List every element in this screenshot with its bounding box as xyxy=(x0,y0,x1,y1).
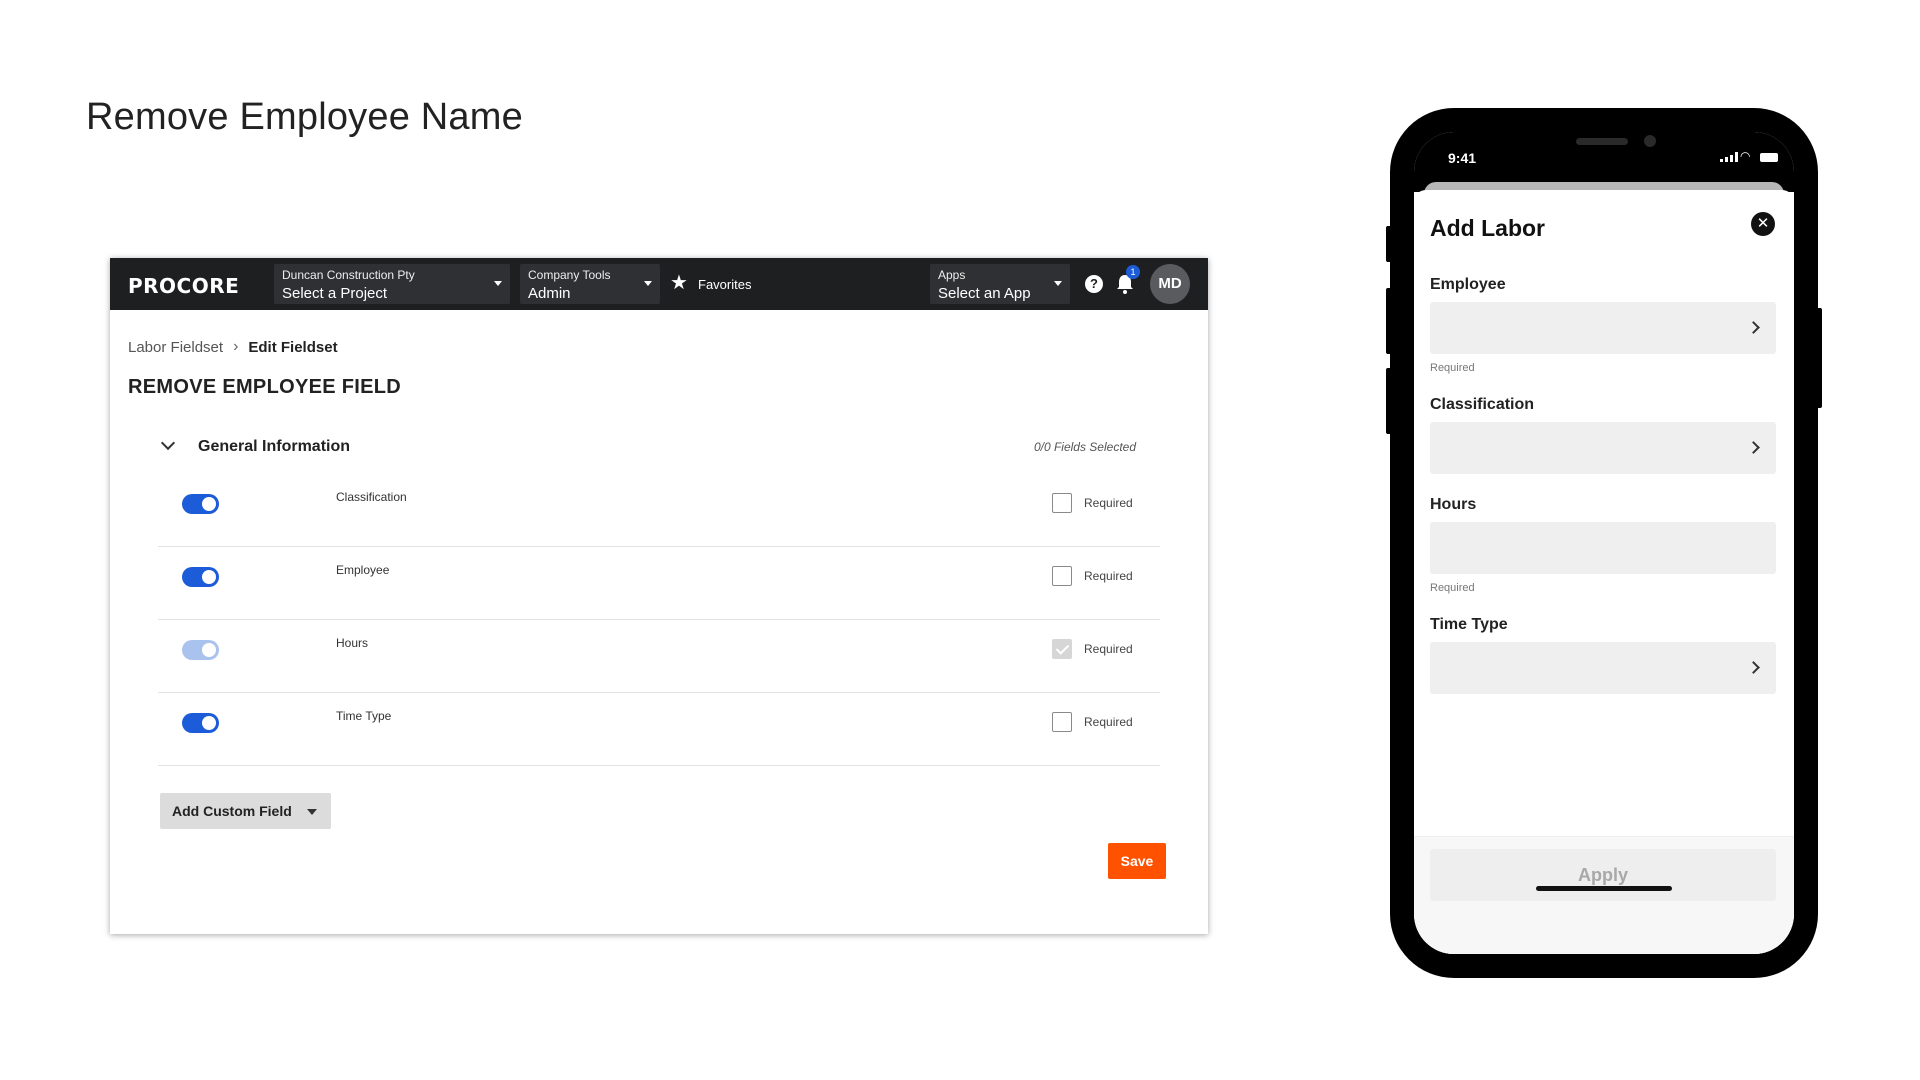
apps-selector-value: Select an App xyxy=(938,285,1031,302)
procore-logo: PROCORE xyxy=(128,274,240,298)
web-app-window: PROCORE Duncan Construction Pty Select a… xyxy=(110,258,1208,934)
signal-icon xyxy=(1720,152,1738,162)
classification-field[interactable] xyxy=(1430,422,1776,474)
caret-down-icon xyxy=(494,281,502,286)
speaker-grille xyxy=(1576,138,1628,145)
status-time: 9:41 xyxy=(1448,150,1477,166)
caret-down-icon xyxy=(307,809,317,815)
required-label: Required xyxy=(1084,569,1133,583)
chevron-right-icon: › xyxy=(233,338,239,355)
field-row-employee: Employee Required xyxy=(158,547,1160,620)
page-title: REMOVE EMPLOYEE FIELD xyxy=(128,376,401,398)
time-type-field-label: Time Type xyxy=(1430,616,1508,633)
chevron-right-icon xyxy=(1747,441,1760,454)
toggle-time-type[interactable] xyxy=(182,713,219,733)
apply-button[interactable]: Apply xyxy=(1430,849,1776,901)
employee-field-label: Employee xyxy=(1430,276,1506,293)
caret-down-icon xyxy=(644,281,652,286)
avatar[interactable]: MD xyxy=(1150,264,1190,304)
notification-badge: 1 xyxy=(1126,265,1140,279)
save-button[interactable]: Save xyxy=(1108,843,1166,879)
project-selector-value: Select a Project xyxy=(282,285,388,302)
wifi-icon: ◠ xyxy=(1740,149,1751,163)
breadcrumb: Labor Fieldset › Edit Fieldset xyxy=(128,338,338,356)
field-label: Hours xyxy=(336,636,369,650)
add-custom-field-label: Add Custom Field xyxy=(172,803,292,819)
hours-input[interactable] xyxy=(1430,522,1776,574)
field-label: Time Type xyxy=(336,709,392,723)
project-selector-label: Duncan Construction Pty xyxy=(282,268,415,282)
chevron-down-icon[interactable] xyxy=(160,435,176,451)
front-camera xyxy=(1644,135,1656,147)
required-checkbox-hours xyxy=(1052,639,1072,659)
fields-selected-count: 0/0 Fields Selected xyxy=(1033,440,1136,454)
employee-field-hint: Required xyxy=(1430,362,1475,374)
field-row-time-type: Time Type Required xyxy=(158,693,1160,766)
required-checkbox-time-type[interactable] xyxy=(1052,712,1072,732)
sheet-title: Add Labor xyxy=(1430,215,1545,241)
battery-icon xyxy=(1760,153,1778,162)
breadcrumb-current: Edit Fieldset xyxy=(248,338,338,356)
apps-selector[interactable]: Apps Select an App xyxy=(930,264,1070,304)
field-label: Classification xyxy=(336,490,407,504)
toggle-hours xyxy=(182,640,219,660)
add-labor-sheet: Add Labor ✕ Employee Required Classifica… xyxy=(1414,190,1794,954)
toggle-employee[interactable] xyxy=(182,567,219,587)
close-icon[interactable]: ✕ xyxy=(1751,212,1775,236)
required-checkbox-classification[interactable] xyxy=(1052,493,1072,513)
phone-screen: 9:41 ◠ Add Labor ✕ Employee Required Cla… xyxy=(1414,132,1794,954)
phone-mute-switch xyxy=(1386,226,1392,262)
employee-field[interactable] xyxy=(1430,302,1776,354)
project-selector[interactable]: Duncan Construction Pty Select a Project xyxy=(274,264,510,304)
company-tools-value: Admin xyxy=(528,285,571,302)
required-label: Required xyxy=(1084,496,1133,510)
chevron-right-icon xyxy=(1747,321,1760,334)
sheet-footer: Apply xyxy=(1414,836,1794,954)
top-navigation-bar: PROCORE Duncan Construction Pty Select a… xyxy=(110,258,1208,310)
classification-field-label: Classification xyxy=(1430,396,1535,413)
slide-title: Remove Employee Name xyxy=(86,96,523,138)
field-label: Employee xyxy=(336,563,390,577)
phone-mockup: 9:41 ◠ Add Labor ✕ Employee Required Cla… xyxy=(1386,108,1822,978)
toggle-classification[interactable] xyxy=(182,494,219,514)
chevron-right-icon xyxy=(1747,661,1760,674)
hours-field-label: Hours xyxy=(1430,496,1477,513)
hours-field-hint: Required xyxy=(1430,582,1475,594)
breadcrumb-parent-link[interactable]: Labor Fieldset xyxy=(128,339,223,356)
star-icon[interactable]: ★ xyxy=(670,270,688,295)
company-tools-label: Company Tools xyxy=(528,268,611,282)
field-row-classification: Classification Required xyxy=(158,474,1160,547)
apps-selector-label: Apps xyxy=(938,268,966,282)
section-title-general-information[interactable]: General Information xyxy=(198,438,350,456)
help-icon[interactable]: ? xyxy=(1085,275,1103,293)
required-label: Required xyxy=(1084,642,1133,656)
field-row-hours: Hours Required xyxy=(158,620,1160,693)
favorites-link[interactable]: Favorites xyxy=(698,277,751,292)
phone-power-button xyxy=(1816,308,1822,408)
home-indicator[interactable] xyxy=(1536,886,1672,891)
company-tools-selector[interactable]: Company Tools Admin xyxy=(520,264,660,304)
phone-volume-up xyxy=(1386,288,1392,354)
required-label: Required xyxy=(1084,715,1133,729)
add-custom-field-button[interactable]: Add Custom Field xyxy=(160,793,331,829)
caret-down-icon xyxy=(1054,281,1062,286)
phone-volume-down xyxy=(1386,368,1392,434)
required-checkbox-employee[interactable] xyxy=(1052,566,1072,586)
time-type-field[interactable] xyxy=(1430,642,1776,694)
